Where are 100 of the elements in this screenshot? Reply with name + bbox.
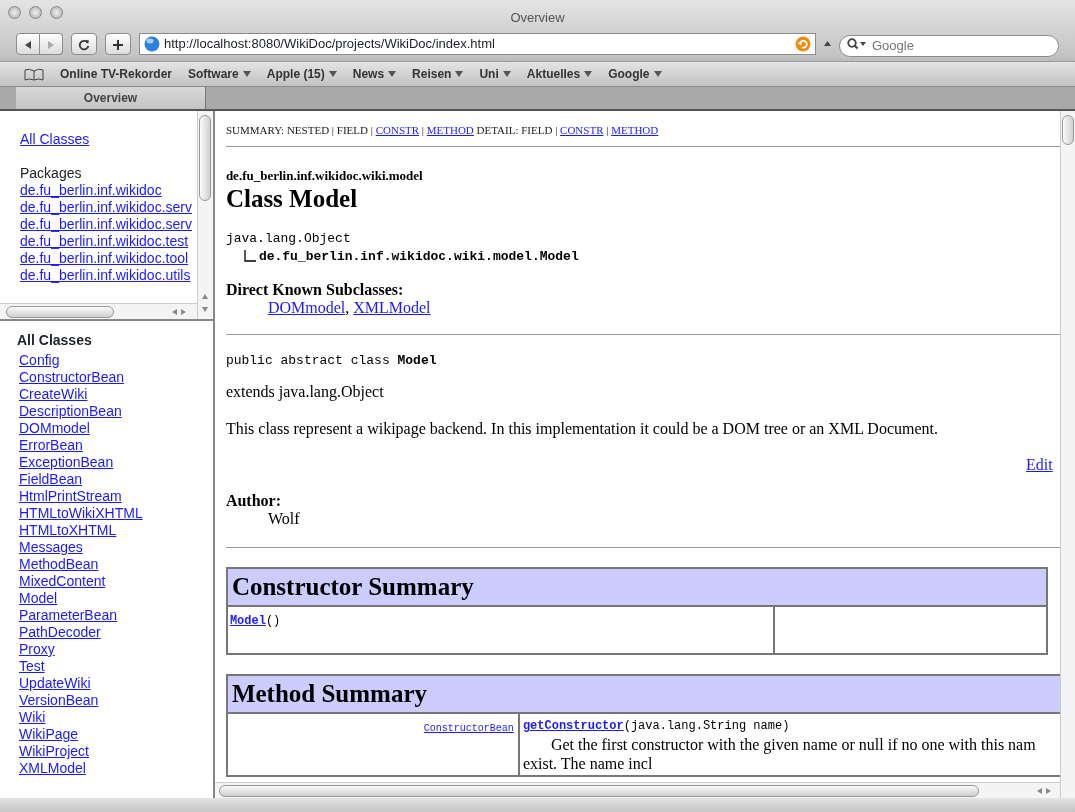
class-link[interactable]: HTMLtoXHTML — [19, 522, 117, 538]
method-description: Get the first constructor with the given name or null if no one with this nam — [549, 735, 1037, 754]
horizontal-scrollbar[interactable] — [214, 782, 1060, 798]
bookmarks-book-icon[interactable] — [24, 67, 44, 81]
tree-branch-icon — [243, 250, 256, 264]
class-link[interactable]: MethodBean — [19, 556, 99, 572]
forward-arrow-icon — [46, 39, 56, 50]
package-name: de.fu_berlin.inf.wikidoc.wiki.model — [225, 167, 424, 185]
horizontal-scrollbar[interactable] — [0, 303, 197, 319]
params-text: () — [265, 614, 281, 628]
bookmark-item[interactable]: Software — [188, 65, 239, 83]
window-minimize-button[interactable] — [29, 6, 42, 19]
class-link[interactable]: MixedContent — [19, 573, 106, 589]
class-link[interactable]: PathDecoder — [19, 624, 101, 640]
author-name: Wolf — [266, 510, 301, 528]
package-link[interactable]: de.fu_berlin.inf.wikidoc.utils — [20, 267, 191, 283]
bookmark-item[interactable]: Online TV-Rekorder — [60, 65, 173, 83]
package-link[interactable]: de.fu_berlin.inf.wikidoc.tool — [20, 250, 189, 266]
dropdown-caret-icon[interactable] — [653, 71, 662, 77]
class-link[interactable]: UpdateWiki — [19, 675, 91, 691]
search-field[interactable]: Google — [839, 34, 1059, 57]
class-link[interactable]: FieldBean — [19, 471, 83, 487]
constructor-link[interactable]: Model — [229, 614, 266, 628]
class-declaration: public abstract class Model — [225, 352, 438, 370]
class-link[interactable]: VersionBean — [19, 692, 99, 708]
dropdown-caret-icon[interactable] — [388, 71, 397, 77]
snapback-icon — [795, 36, 811, 52]
subclass-link[interactable]: XMLModel — [353, 299, 431, 316]
params-text: (java.lang.String name) — [623, 719, 790, 733]
dropdown-caret-icon[interactable] — [584, 71, 593, 77]
bookmark-item[interactable]: Google — [608, 65, 650, 83]
class-link[interactable]: ParameterBean — [19, 607, 118, 623]
class-link[interactable]: Test — [19, 658, 45, 674]
nav-text: DETAIL: FIELD | — [475, 124, 559, 136]
class-title: Class Model — [225, 185, 359, 213]
bookmark-item[interactable]: Aktuelles — [526, 65, 581, 83]
class-link[interactable]: XMLModel — [19, 760, 86, 776]
package-link[interactable]: de.fu_berlin.inf.wikidoc.serv — [20, 216, 192, 232]
dropdown-caret-icon[interactable] — [455, 71, 464, 77]
author-label: Author: — [225, 492, 282, 510]
vertical-scrollbar[interactable] — [196, 111, 213, 319]
class-link[interactable]: DescriptionBean — [19, 403, 122, 419]
table-header: Constructor Summary — [226, 568, 1047, 606]
classes-heading: All Classes — [17, 332, 93, 349]
add-bookmark-button[interactable] — [105, 33, 131, 55]
nav-text: | — [420, 124, 425, 136]
class-link[interactable]: ConstructorBean — [19, 369, 125, 385]
class-link[interactable]: Proxy — [19, 641, 55, 657]
class-link[interactable]: Config — [19, 352, 60, 368]
class-link[interactable]: ExceptionBean — [19, 454, 114, 470]
class-link[interactable]: WikiProject — [19, 743, 89, 759]
vertical-scrollbar[interactable] — [1059, 111, 1075, 798]
bookmark-item[interactable]: Uni — [479, 65, 499, 83]
search-icon — [847, 38, 867, 50]
subclasses-heading: Direct Known Subclasses: — [225, 281, 405, 299]
package-link[interactable]: de.fu_berlin.inf.wikidoc.serv — [20, 199, 192, 215]
dropdown-caret-icon[interactable] — [242, 71, 251, 77]
dropdown-caret-icon[interactable] — [328, 71, 337, 77]
nav-link[interactable]: CONSTR — [375, 124, 420, 136]
method-description: exist. The name incl — [522, 754, 654, 773]
return-type-link[interactable]: ConstructorBean — [423, 723, 514, 734]
table-header: Method Summary — [226, 675, 1060, 713]
hierarchy-text: de.fu_berlin.inf.wikidoc.wiki.model.Model — [258, 248, 579, 266]
class-link[interactable]: DOMmodel — [19, 420, 90, 436]
back-button[interactable] — [16, 33, 40, 55]
class-link[interactable]: Messages — [19, 539, 83, 555]
edit-link[interactable]: Edit — [1025, 456, 1053, 473]
nav-link[interactable]: CONSTR — [560, 124, 604, 136]
method-name-link[interactable]: getConstructor — [522, 719, 624, 733]
class-link[interactable]: HtmlPrintStream — [19, 488, 122, 504]
window-title: Overview — [510, 10, 565, 25]
tab[interactable]: Overview — [16, 87, 206, 109]
class-link[interactable]: Model — [19, 590, 58, 606]
bookmark-item[interactable]: News — [352, 65, 385, 83]
bookmark-item[interactable]: Reisen — [412, 65, 452, 83]
back-arrow-icon — [23, 39, 33, 50]
class-link[interactable]: Wiki — [19, 709, 46, 725]
hierarchy-text: java.lang.Object — [225, 230, 352, 248]
reload-button[interactable] — [71, 33, 97, 55]
globe-icon — [144, 36, 160, 52]
nav-link[interactable]: METHOD — [426, 124, 474, 136]
nav-link[interactable]: METHOD — [611, 124, 659, 136]
address-field[interactable]: http://localhost:8080/WikiDoc/projects/WikiDoc/index.html — [139, 33, 816, 55]
package-link[interactable]: de.fu_berlin.inf.wikidoc.test — [20, 233, 189, 249]
window-zoom-button[interactable] — [50, 6, 63, 19]
packages-heading: Packages — [20, 165, 83, 182]
all-classes-link[interactable]: All Classes — [20, 131, 90, 148]
package-link[interactable]: de.fu_berlin.inf.wikidoc — [20, 182, 162, 198]
class-link[interactable]: HTMLtoWikiXHTML — [19, 505, 143, 521]
window-close-button[interactable] — [8, 6, 21, 19]
class-link[interactable]: CreateWiki — [19, 386, 88, 402]
dropdown-caret-icon[interactable] — [502, 71, 511, 77]
separator-text: , — [345, 299, 350, 316]
class-description: This class represent a wikipage backend. In this implementation it could be a DOM tree or an XML Document. — [225, 420, 939, 438]
class-link[interactable]: ErrorBean — [19, 437, 83, 453]
extends-text: extends java.lang.Object — [225, 383, 385, 401]
subclass-link[interactable]: DOMmodel — [267, 299, 346, 316]
class-link[interactable]: WikiPage — [19, 726, 79, 742]
bookmark-item[interactable]: Apple (15) — [266, 65, 325, 83]
url-text: http://localhost:8080/WikiDoc/projects/WikiDoc/index.html — [164, 35, 496, 54]
